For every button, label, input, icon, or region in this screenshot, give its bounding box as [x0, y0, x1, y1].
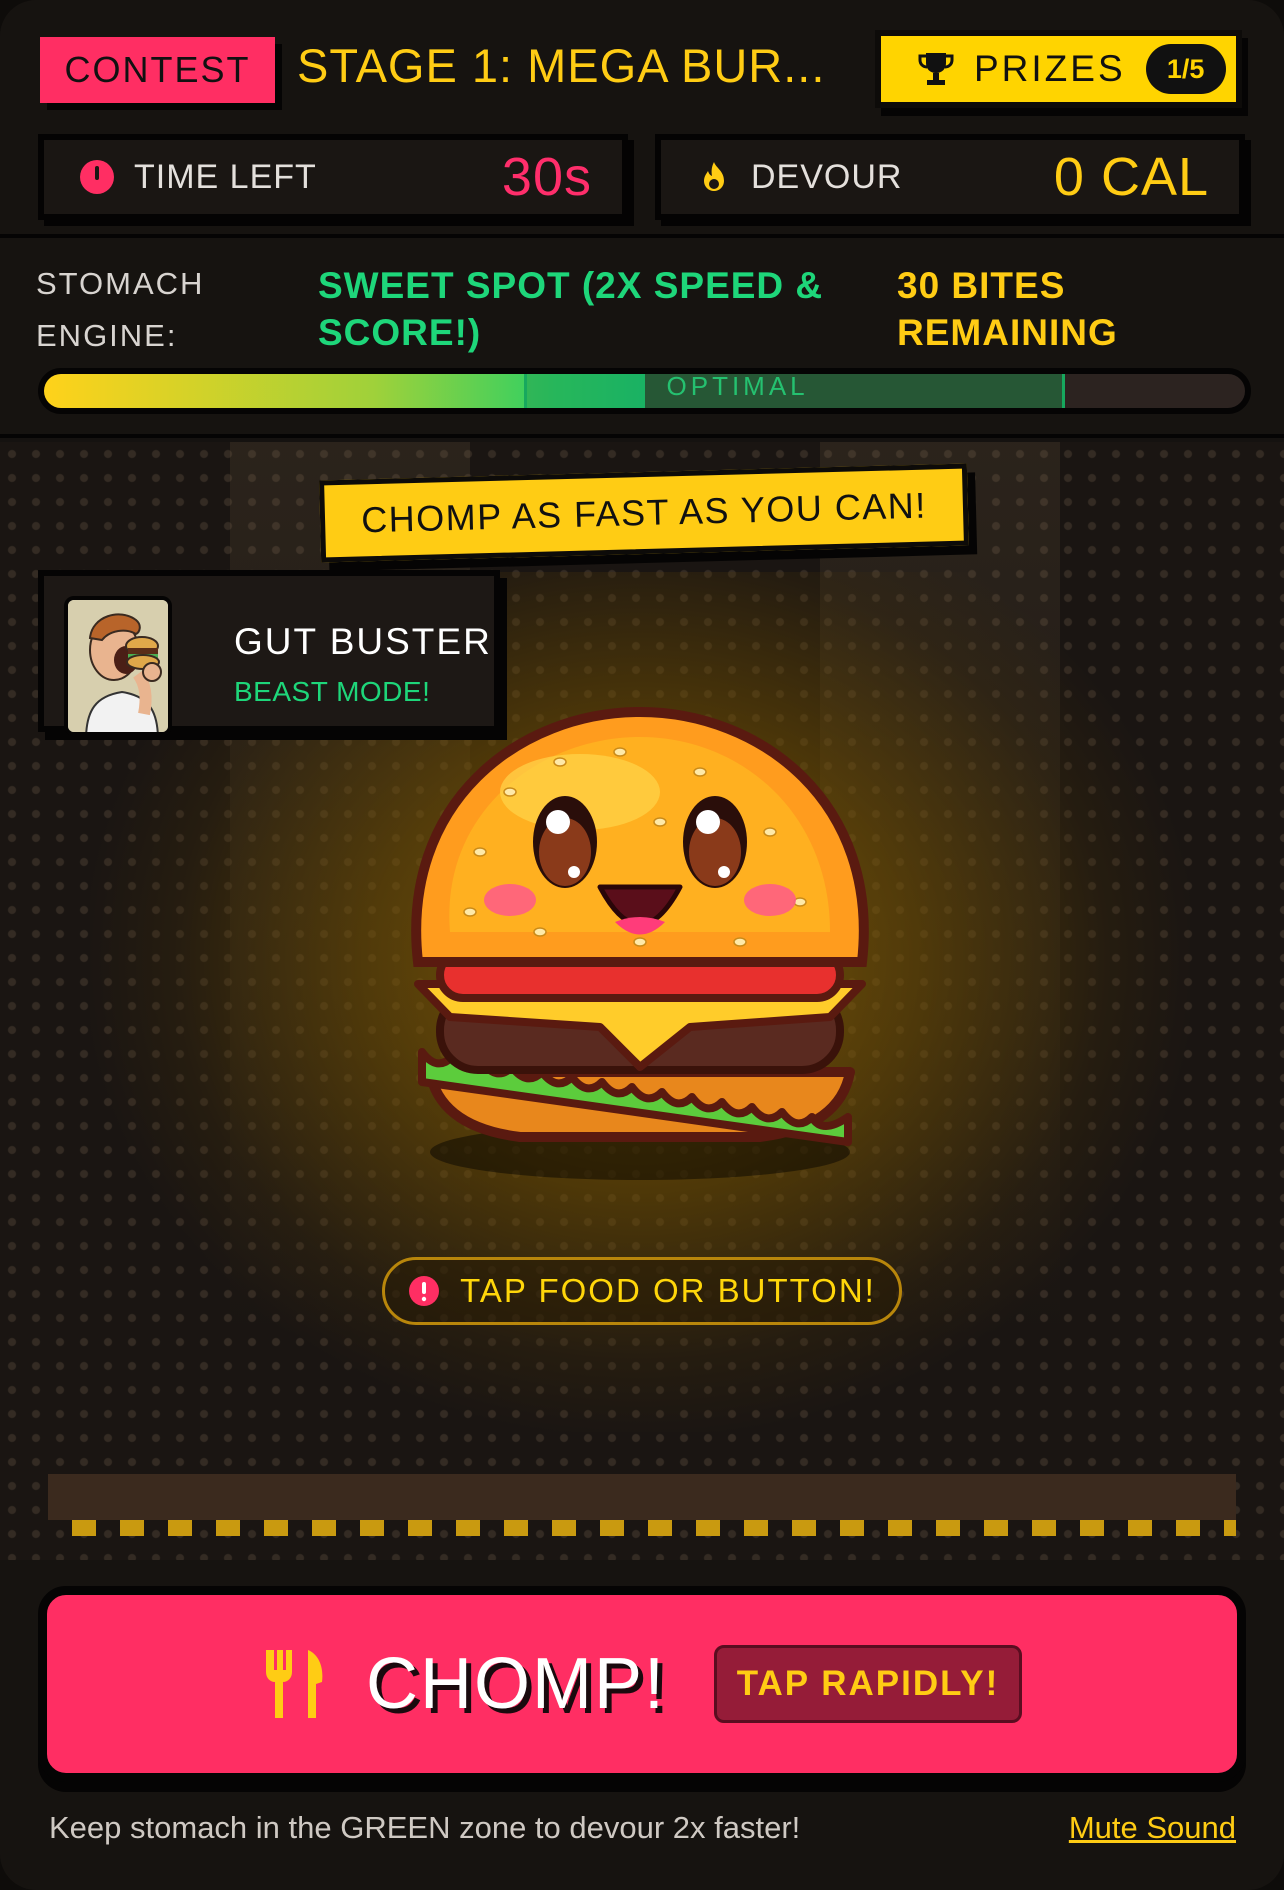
bites-remaining: 30 BITES REMAINING	[897, 262, 1257, 356]
tap-hint-text: TAP FOOD OR BUTTON!	[460, 1272, 876, 1309]
player-avatar	[64, 596, 172, 736]
chomp-label: CHOMP!	[366, 1644, 666, 1724]
tap-rapidly-badge: TAP RAPIDLY!	[714, 1645, 1022, 1723]
time-left-box: TIME LEFT 30s	[38, 134, 628, 220]
conveyor-track	[48, 1474, 1236, 1520]
contest-tag: CONTEST	[40, 37, 275, 103]
arena: CHOMP AS FAST AS YOU CAN! GUT BUSTER BEA…	[0, 442, 1284, 1560]
time-left-value: 30s	[501, 147, 592, 207]
burger-character[interactable]	[360, 682, 920, 1242]
devour-box: DEVOUR 0 CAL	[655, 134, 1245, 220]
alert-circle-icon	[80, 160, 114, 194]
stomach-engine-label-line2: ENGINE:	[36, 318, 178, 353]
time-left-label: TIME LEFT	[134, 157, 317, 196]
conveyor-dashes	[72, 1520, 1236, 1536]
controls: CHOMP! TAP RAPIDLY! Keep stomach in the …	[0, 1560, 1284, 1890]
tap-hint: TAP FOOD OR BUTTON!	[382, 1257, 902, 1325]
devour-value: 0 CAL	[1053, 147, 1209, 207]
prizes-button[interactable]: PRIZES 1/5	[875, 30, 1242, 108]
mute-sound-link[interactable]: Mute Sound	[1069, 1810, 1236, 1846]
bites-remaining-line1: 30 BITES	[897, 265, 1066, 306]
stomach-meter: OPTIMAL	[38, 368, 1251, 414]
stomach-engine-label: STOMACH ENGINE:	[36, 258, 266, 362]
stomach-engine-label-line1: STOMACH	[36, 266, 205, 301]
player-name: GUT BUSTER	[234, 621, 492, 662]
trophy-icon	[918, 53, 954, 85]
stomach-engine-panel: STOMACH ENGINE: SWEET SPOT (2X SPEED & S…	[0, 238, 1284, 438]
devour-label: DEVOUR	[751, 157, 903, 196]
stage-title: STAGE 1: MEGA BUR...	[297, 39, 826, 92]
footer-tip: Keep stomach in the GREEN zone to devour…	[49, 1810, 801, 1845]
fork-knife-icon	[266, 1650, 323, 1718]
stomach-status-line1: SWEET SPOT (2X SPEED &	[318, 265, 824, 306]
stomach-status-line2: SCORE!)	[318, 312, 482, 353]
prizes-count-badge: 1/5	[1145, 44, 1226, 94]
optimal-zone-label: OPTIMAL	[666, 371, 809, 401]
chomp-button[interactable]: CHOMP! TAP RAPIDLY!	[38, 1586, 1246, 1782]
stomach-status: SWEET SPOT (2X SPEED & SCORE!)	[318, 262, 858, 356]
bites-remaining-line2: REMAINING	[897, 312, 1118, 353]
header: CONTEST STAGE 1: MEGA BUR... PRIZES 1/5 …	[0, 0, 1284, 238]
game-frame: CONTEST STAGE 1: MEGA BUR... PRIZES 1/5 …	[0, 0, 1284, 1890]
chomp-banner: CHOMP AS FAST AS YOU CAN!	[319, 463, 969, 563]
flame-icon	[704, 162, 724, 191]
prizes-label: PRIZES	[974, 48, 1126, 89]
alert-circle-icon	[409, 1276, 440, 1306]
